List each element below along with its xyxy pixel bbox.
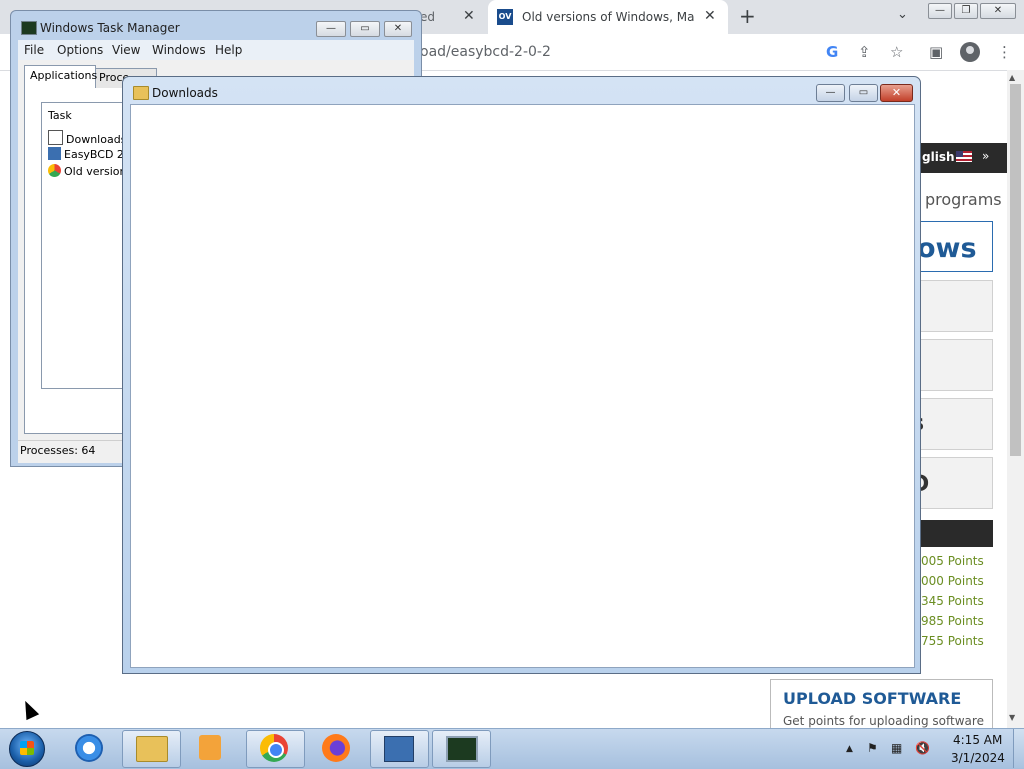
task-manager-title: Windows Task Manager bbox=[40, 21, 180, 35]
menu-view[interactable]: View bbox=[112, 43, 140, 57]
address-bar-url[interactable]: oad/easybcd-2-0-2 bbox=[420, 44, 551, 60]
google-chrome-icon bbox=[260, 734, 288, 762]
points-value: 755 Points bbox=[921, 634, 984, 648]
upload-software-subtitle: Get points for uploading software bbox=[783, 714, 984, 728]
task-manager-icon bbox=[21, 21, 37, 35]
folder-icon bbox=[133, 86, 149, 100]
menu-windows[interactable]: Windows bbox=[152, 43, 206, 57]
side-panel-icon[interactable]: ▣ bbox=[929, 43, 943, 61]
show-desktop-button[interactable] bbox=[1013, 729, 1024, 768]
internet-explorer-icon[interactable] bbox=[75, 734, 103, 762]
tab-applications-label[interactable]: Applications bbox=[30, 69, 97, 82]
menu-help[interactable]: Help bbox=[215, 43, 242, 57]
site-brand-text: ows bbox=[917, 233, 977, 264]
google-lens-icon[interactable]: G bbox=[826, 43, 838, 61]
inactive-tab-title[interactable]: ed bbox=[420, 10, 435, 24]
points-value: 985 Points bbox=[921, 614, 984, 628]
easybcd-icon bbox=[48, 147, 61, 160]
menu-options[interactable]: Options bbox=[57, 43, 103, 57]
new-tab-button[interactable]: + bbox=[739, 5, 756, 27]
easybcd-icon bbox=[384, 736, 414, 762]
scrollbar-thumb[interactable] bbox=[1010, 84, 1021, 456]
chevron-down-icon[interactable]: » bbox=[982, 149, 989, 163]
volume-muted-icon[interactable]: 🔇 bbox=[915, 741, 930, 755]
downloads-window-title: Downloads bbox=[152, 86, 218, 100]
downloads-minimize-button[interactable]: — bbox=[816, 84, 845, 102]
tab-search-chevron-icon[interactable]: ⌄ bbox=[897, 7, 908, 22]
network-icon[interactable]: ▦ bbox=[891, 741, 902, 755]
chrome-minimize-button[interactable]: — bbox=[928, 3, 952, 19]
points-value: 000 Points bbox=[921, 574, 984, 588]
clock-time[interactable]: 4:15 AM bbox=[953, 733, 1002, 747]
task-manager-restore-button[interactable]: ▭ bbox=[350, 21, 380, 37]
window-icon bbox=[48, 130, 63, 145]
chrome-menu-icon[interactable]: ⋮ bbox=[997, 43, 1012, 61]
task-manager-close-button[interactable]: ✕ bbox=[384, 21, 412, 37]
task-manager-icon bbox=[446, 736, 478, 762]
chrome-close-button[interactable]: ✕ bbox=[980, 3, 1016, 19]
site-tagline: programs bbox=[925, 190, 1002, 209]
profile-avatar-icon[interactable] bbox=[960, 42, 980, 62]
show-hidden-icons-button[interactable]: ▲ bbox=[846, 744, 853, 754]
mouse-cursor-icon bbox=[18, 697, 40, 721]
chrome-restore-button[interactable]: ❐ bbox=[954, 3, 978, 19]
task-manager-minimize-button[interactable]: — bbox=[316, 21, 346, 37]
language-selector[interactable]: glish bbox=[922, 150, 955, 164]
scroll-up-arrow-icon[interactable]: ▲ bbox=[1009, 73, 1015, 82]
menu-file[interactable]: File bbox=[24, 43, 44, 57]
share-icon[interactable]: ⇪ bbox=[858, 43, 871, 61]
windows-explorer-icon bbox=[136, 736, 168, 762]
column-header-task[interactable]: Task bbox=[48, 109, 72, 122]
downloads-maximize-button[interactable]: ▭ bbox=[849, 84, 878, 102]
oldversion-favicon-icon: OV bbox=[497, 9, 513, 25]
points-value: 345 Points bbox=[921, 594, 984, 608]
task-row[interactable]: Old versions bbox=[48, 164, 132, 178]
us-flag-icon[interactable] bbox=[956, 151, 972, 162]
active-tab-title[interactable]: Old versions of Windows, Mac an bbox=[522, 10, 694, 24]
task-name: Downloads bbox=[66, 133, 127, 146]
bookmark-star-icon[interactable]: ☆ bbox=[890, 43, 903, 61]
clock-date[interactable]: 3/1/2024 bbox=[951, 751, 1005, 765]
process-count: Processes: 64 bbox=[20, 444, 96, 457]
task-row[interactable]: Downloads bbox=[48, 130, 126, 146]
media-player-icon[interactable] bbox=[199, 735, 221, 760]
downloads-close-button[interactable]: ✕ bbox=[880, 84, 913, 102]
downloads-content-area[interactable] bbox=[130, 104, 915, 668]
inactive-tab-close-icon[interactable]: ✕ bbox=[463, 8, 475, 24]
upload-software-title[interactable]: UPLOAD SOFTWARE bbox=[783, 689, 961, 708]
active-tab-close-icon[interactable]: ✕ bbox=[704, 8, 716, 24]
scroll-down-arrow-icon[interactable]: ▼ bbox=[1009, 713, 1015, 722]
start-button[interactable] bbox=[9, 731, 45, 767]
action-center-flag-icon[interactable]: ⚑ bbox=[867, 741, 878, 755]
firefox-icon[interactable] bbox=[322, 734, 350, 762]
points-value: 005 Points bbox=[921, 554, 984, 568]
chrome-icon bbox=[48, 164, 61, 177]
